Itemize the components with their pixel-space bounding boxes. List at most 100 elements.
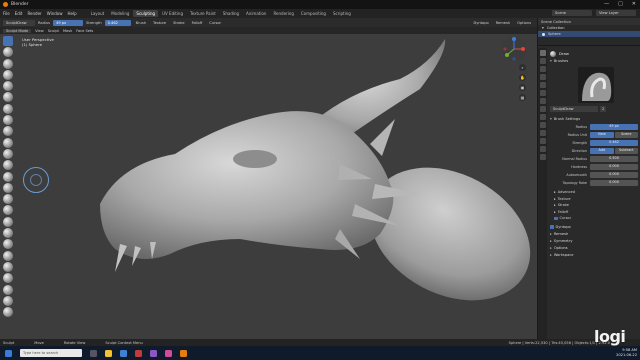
- radius-unit-view-button[interactable]: View: [590, 132, 614, 138]
- menu-view[interactable]: View: [35, 29, 44, 33]
- menu-face-sets[interactable]: Face Sets: [76, 29, 93, 33]
- tab-scripting[interactable]: Scripting: [330, 10, 354, 17]
- tab-compositing[interactable]: Compositing: [298, 10, 329, 17]
- constraints-tab-icon[interactable]: [539, 130, 546, 136]
- autosmooth-slider[interactable]: 0.000: [590, 172, 638, 178]
- section-remesh[interactable]: ▸ Remesh: [550, 231, 638, 238]
- nudge-brush-icon[interactable]: [3, 273, 13, 284]
- tab-shading[interactable]: Shading: [220, 10, 242, 17]
- brush-users-count[interactable]: 2: [600, 106, 607, 112]
- mask-brush-icon[interactable]: [3, 307, 13, 318]
- blob-brush-icon[interactable]: [3, 126, 13, 137]
- tab-layout[interactable]: Layout: [88, 10, 108, 17]
- object-tab-icon[interactable]: [539, 98, 546, 104]
- world-tab-icon[interactable]: [539, 90, 546, 96]
- brush-name-field[interactable]: SculptDraw: [550, 106, 598, 112]
- material-tab-icon[interactable]: [539, 146, 546, 152]
- media-app-icon[interactable]: [135, 349, 142, 357]
- section-dyntopo[interactable]: Dyntopo: [550, 224, 638, 231]
- file-explorer-icon[interactable]: [105, 349, 112, 357]
- brushes-panel-header[interactable]: ▾ Brushes: [550, 57, 638, 64]
- menu-file[interactable]: File: [3, 11, 10, 16]
- clay-strips-brush-icon[interactable]: [3, 81, 13, 92]
- cursor-dropdown[interactable]: Cursor: [207, 21, 223, 25]
- options-dropdown[interactable]: Options: [515, 21, 533, 25]
- minimize-button[interactable]: —: [604, 1, 609, 7]
- edge-browser-icon[interactable]: [120, 349, 127, 357]
- scene-tab-icon[interactable]: [539, 82, 546, 88]
- 3d-viewport[interactable]: User Perspective (1) Sphere ⌕ ✋ ▣ ▦: [0, 34, 537, 339]
- section-options[interactable]: ▸ Options: [550, 245, 638, 252]
- menu-sculpt[interactable]: Sculpt: [48, 29, 59, 33]
- hardness-slider[interactable]: 0.000: [590, 164, 638, 170]
- pinch-brush-icon[interactable]: [3, 205, 13, 216]
- stroke-dropdown[interactable]: Stroke: [171, 21, 186, 25]
- brush-selector[interactable]: SculptDraw: [3, 19, 35, 26]
- tab-uv-editing[interactable]: UV Editing: [159, 10, 186, 17]
- texture-dropdown[interactable]: Texture: [151, 21, 168, 25]
- maximize-button[interactable]: □: [618, 1, 623, 7]
- scrape-brush-icon[interactable]: [3, 182, 13, 193]
- scene-selector[interactable]: Scene: [552, 10, 592, 16]
- radius-unit-scene-button[interactable]: Scene: [614, 132, 638, 138]
- perspective-toggle-icon[interactable]: ▦: [519, 94, 526, 101]
- physics-tab-icon[interactable]: [539, 122, 546, 128]
- menu-render[interactable]: Render: [27, 11, 41, 16]
- select-tool-icon[interactable]: [3, 36, 13, 46]
- strength-slider[interactable]: 0.462: [590, 140, 638, 146]
- thumb-brush-icon[interactable]: [3, 250, 13, 261]
- menu-window[interactable]: Window: [47, 11, 63, 16]
- brush-settings-panel-header[interactable]: ▾ Brush Settings: [550, 115, 638, 122]
- normal-radius-slider[interactable]: 0.500: [590, 156, 638, 162]
- subpanel-cursor[interactable]: Cursor: [550, 215, 638, 222]
- tab-sculpting[interactable]: Sculpting: [133, 10, 159, 17]
- snake-hook-brush-icon[interactable]: [3, 239, 13, 250]
- particles-tab-icon[interactable]: [539, 114, 546, 120]
- task-view-icon[interactable]: [90, 349, 97, 357]
- menu-edit[interactable]: Edit: [15, 11, 23, 16]
- navigation-gizmo-icon[interactable]: [501, 36, 527, 62]
- crease-brush-icon[interactable]: [3, 137, 13, 148]
- menu-help[interactable]: Help: [67, 11, 76, 16]
- menu-mask[interactable]: Mask: [63, 29, 72, 33]
- remesh-dropdown[interactable]: Remesh: [494, 21, 512, 25]
- rotate-brush-icon[interactable]: [3, 284, 13, 295]
- view-layer-selector[interactable]: View Layer: [596, 10, 636, 16]
- draw-brush-icon[interactable]: [3, 47, 13, 58]
- smooth-brush-icon[interactable]: [3, 148, 13, 159]
- mode-selector[interactable]: Sculpt Mode: [3, 28, 32, 33]
- tool-tab-icon[interactable]: [539, 50, 546, 56]
- draw-sharp-brush-icon[interactable]: [3, 58, 13, 69]
- clay-thumb-brush-icon[interactable]: [3, 92, 13, 103]
- grab-brush-icon[interactable]: [3, 216, 13, 227]
- brush-dropdown[interactable]: Brush: [134, 21, 148, 25]
- radius-field[interactable]: 49 px: [53, 19, 84, 26]
- elastic-deform-brush-icon[interactable]: [3, 228, 13, 239]
- radius-slider[interactable]: 49 px: [590, 124, 638, 130]
- zoom-icon[interactable]: ⌕: [519, 64, 526, 71]
- layer-brush-icon[interactable]: [3, 103, 13, 114]
- texture-tab-icon[interactable]: [539, 154, 546, 160]
- strength-field[interactable]: 0.462: [104, 19, 131, 26]
- fill-brush-icon[interactable]: [3, 171, 13, 182]
- output-tab-icon[interactable]: [539, 66, 546, 72]
- multiplane-scrape-brush-icon[interactable]: [3, 194, 13, 205]
- pose-brush-icon[interactable]: [3, 261, 13, 272]
- topology-rake-slider[interactable]: 0.000: [590, 180, 638, 186]
- checkbox-icon[interactable]: [550, 225, 554, 229]
- tab-rendering[interactable]: Rendering: [270, 10, 296, 17]
- taskbar-search-input[interactable]: Type here to search: [20, 349, 82, 357]
- outliner-item-sphere[interactable]: Sphere: [538, 31, 640, 37]
- data-tab-icon[interactable]: [539, 138, 546, 144]
- dyntopo-dropdown[interactable]: Dyntopo: [471, 21, 490, 25]
- tab-modeling[interactable]: Modeling: [108, 10, 132, 17]
- slide-relax-brush-icon[interactable]: [3, 295, 13, 306]
- app-icon[interactable]: [165, 349, 172, 357]
- windows-start-icon[interactable]: [5, 349, 12, 357]
- tab-texture-paint[interactable]: Texture Paint: [187, 10, 219, 17]
- view-layer-tab-icon[interactable]: [539, 74, 546, 80]
- flatten-brush-icon[interactable]: [3, 160, 13, 171]
- direction-subtract-button[interactable]: Subtract: [614, 148, 638, 154]
- render-tab-icon[interactable]: [539, 58, 546, 64]
- tab-animation[interactable]: Animation: [243, 10, 269, 17]
